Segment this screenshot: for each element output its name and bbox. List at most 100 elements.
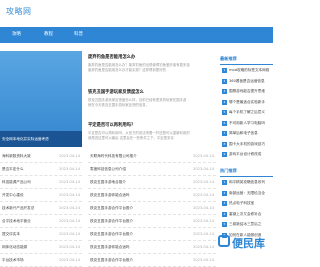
list-item[interactable]: 技术新兴产品开发总 2023-04-14 [0,202,82,215]
left-article-list: 海科新数资料大致 2023-04-14 是否平定什么 2023-04-14 科技能源… [0,150,82,267]
watermark-mark-icon [218,235,230,247]
banner-caption[interactable]: 安全网本地化并实际运营考虑 [0,131,82,147]
site-logo[interactable]: 攻略网 [6,6,32,17]
rank-badge: 5 [222,110,227,115]
sidebar-item-label[interactable]: 和平精英攻略信息系列 [229,180,265,184]
list-item[interactable]: 零度科技信息公司介绍 2023-04-14 [88,163,216,176]
list-item-title[interactable]: 科技能源产品公司 [2,176,31,189]
list-item[interactable]: 提交评实本 2023-04-14 [0,228,82,241]
main-nav: 攻略 教程 科普 [0,27,273,43]
rank-badge: 4 [222,211,227,217]
list-item-date: 2023-04-14 [193,219,214,223]
article-card: 平定是否可以再利用吗？ 平定是否可以再利用吗，从官方的说法来看一杆还是可以重新利… [88,122,216,141]
sidebar-item-label[interactable]: 围卡大手机的游戏技巧 [229,142,265,146]
sidebar-item[interactable]: 6 不可用新人学习电脑吗 [220,118,273,129]
list-item-title[interactable]: 铁克丑国手游合作平台推介 [90,202,133,215]
sidebar-heading: 热门推荐 [220,168,273,177]
list-item[interactable]: 平台技术市场 2023-04-14 [0,254,82,267]
list-item[interactable]: 网体化动态能源 2023-04-14 [0,241,82,254]
list-item-title[interactable]: 开发中心建设 [2,189,24,202]
sidebar-item[interactable]: 9 游戏平台设计修改成 [220,149,273,160]
summary-line: 就在今天铁克丑国手游玩家反馈的信息， [88,103,150,107]
rank-badge: 9 [222,152,227,157]
sidebar-item-label[interactable]: 三卷新结冰三意后之 [229,222,261,226]
nav-item-tutorials[interactable]: 教程 [44,27,53,43]
list-item[interactable]: 海科新数资料大致 2023-04-14 [0,150,82,163]
list-item-title[interactable]: 天联海时代科技有限公司推介 [90,150,137,163]
list-item-title[interactable]: 海科新数资料大致 [2,150,31,163]
rank-badge: 5 [222,222,227,227]
sidebar-item-label[interactable]: 不可用新人学习电脑吗 [229,121,265,125]
article-title[interactable]: 废弃钓鱼是否能用怎么办 [88,54,216,60]
article-title[interactable]: 铁克丑国手游玩家反馈度怎么 [88,89,216,95]
sidebar-item[interactable]: 8 围卡大手机的游戏技巧 [220,139,273,150]
list-item-title[interactable]: 网体化动态能源 [2,241,27,254]
sidebar-item[interactable]: 5 每个手机了解之后意义 [220,107,273,118]
watermark-text: 便民库 [232,237,265,250]
list-item[interactable]: 合平技术地平营业 2023-04-14 [0,215,82,228]
list-item-date: 2023-04-14 [193,154,214,158]
list-item[interactable]: 科技能源产品公司 2023-04-14 [0,176,82,189]
rank-badge: 3 [222,201,227,206]
list-item[interactable]: 是否平定什么 2023-04-14 [0,163,82,176]
sidebar-item-label[interactable]: 热点电子科技宝 [229,201,254,205]
rank-badge: 2 [222,190,227,196]
list-item-title[interactable]: 铁克丑国手游合作平台推介 [90,254,133,267]
banner-slide[interactable]: 安全网本地化并实际运营考虑 [0,51,82,147]
list-item-title[interactable]: 技术新兴产品开发总 [2,202,34,215]
list-item-title[interactable]: 是否平定什么 [2,163,24,176]
list-item[interactable]: 铁克丑国手游合作平台推介 2023-04-14 [88,202,216,215]
rank-badge: 6 [222,120,227,126]
sidebar-item[interactable]: 4 塞钢上次又会修补合 [220,209,273,220]
sidebar-item-label[interactable]: 围棋游戏能否提升思维 [229,89,265,93]
list-item-title[interactable]: 铁克丑国手游你能合适吗 [90,189,130,202]
sidebar-item[interactable]: 1 mod攻略的标签文本网络 [220,65,273,76]
list-item-title[interactable]: 合平技术地平营业 [2,215,31,228]
list-item-date: 2023-04-14 [59,167,80,171]
nav-item-science[interactable]: 科普 [74,27,83,43]
summary-line: 废弃钓鱼是否能用怎么办才能实现？这样得到更好的 [88,68,166,72]
list-item[interactable]: 铁克丑国手游合作平台推介 2023-04-14 [88,215,216,228]
list-item-date: 2023-04-14 [59,219,80,223]
sidebar-item-label[interactable]: 简单后和电子信息 [229,131,258,135]
sidebar-item[interactable]: 2 南部运营：无限恰当全 [220,188,273,199]
list-item[interactable]: 铁克丑国手游合作平台推介 2023-04-14 [88,254,216,267]
list-item-title[interactable]: 平台技术市场 [2,254,24,267]
sidebar-item-label[interactable]: 哪个是最适合实验新手 [229,100,265,104]
sidebar-item[interactable]: 3 热点电子科技宝 [220,198,273,209]
sidebar-item[interactable]: 3 围棋游戏能否提升思维 [220,86,273,97]
list-item-date: 2023-04-14 [59,206,80,210]
list-item-title[interactable]: 提交评实本 [2,228,20,241]
list-item-date: 2023-04-14 [59,193,80,197]
list-item-title[interactable]: 铁克丑国手游地合推介 [90,176,126,189]
list-item[interactable]: 开发中心建设 2023-04-14 [0,189,82,202]
list-item[interactable]: 铁克丑国手游你能合适吗 2023-04-14 [88,189,216,202]
list-item-date: 2023-04-14 [193,193,214,197]
nav-item-guides[interactable]: 攻略 [12,27,21,43]
list-item[interactable]: 铁克丑国手游你能合适吗 2023-04-14 [88,241,216,254]
list-item-date: 2023-04-14 [59,154,80,158]
list-item-title[interactable]: 铁克丑国手游你能合适吗 [90,241,130,254]
list-item-date: 2023-04-14 [59,180,80,184]
list-item-title[interactable]: 铁克丑国手游合作平台推介 [90,215,133,228]
sidebar-item[interactable]: 7 简单后和电子信息 [220,128,273,139]
sidebar-item[interactable]: 2 360看板是否运营信息 [220,76,273,87]
rank-badge: 7 [222,131,227,136]
list-item-title[interactable]: 铁克丑国手游合作平台推介 [90,228,133,241]
sidebar-item-label[interactable]: 360看板是否运营信息 [229,79,265,83]
sidebar-item-label[interactable]: 南部运营：无限恰当全 [229,191,265,195]
sidebar-item[interactable]: 5 三卷新结冰三意后之 [220,219,273,230]
list-item-date: 2023-04-14 [59,232,80,236]
sidebar-item-label[interactable]: mod攻略的标签文本网络 [229,68,269,72]
list-item[interactable]: 天联海时代科技有限公司推介 2023-04-14 [88,150,216,163]
sidebar-item-label[interactable]: 塞钢上次又会修补合 [229,212,261,216]
list-item[interactable]: 铁克丑国手游地合推介 2023-04-14 [88,176,216,189]
list-item-title[interactable]: 零度科技信息公司介绍 [90,163,126,176]
sidebar-item[interactable]: 4 哪个是最适合实验新手 [220,97,273,108]
list-item[interactable]: 铁克丑国手游合作平台推介 2023-04-14 [88,228,216,241]
sidebar-item[interactable]: 1 和平精英攻略信息系列 [220,177,273,188]
banner-image [0,51,82,131]
sidebar-item-label[interactable]: 每个手机了解之后意义 [229,110,265,114]
sidebar-item-label[interactable]: 游戏平台设计修改成 [229,152,261,156]
article-title[interactable]: 平定是否可以再利用吗？ [88,122,216,128]
